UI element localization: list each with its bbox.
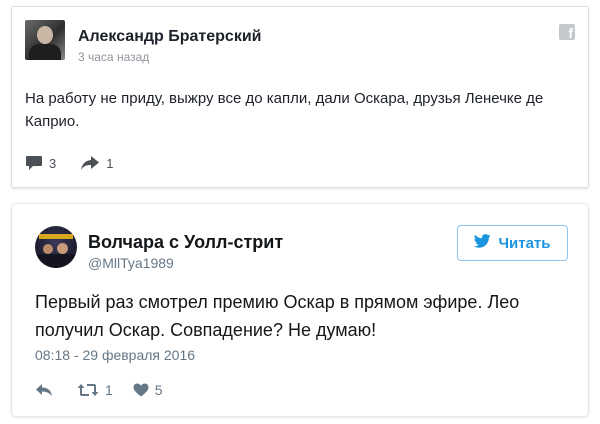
tweet-author-handle[interactable]: @MllTya1989 — [88, 255, 174, 271]
twitter-bird-icon — [474, 234, 492, 252]
tweet-actions: 1 5 — [35, 380, 183, 400]
follow-button-label: Читать — [498, 234, 551, 252]
post-text: На работу не приду, выжру все до капли, … — [25, 90, 544, 130]
comments-button[interactable]: 3 — [25, 155, 56, 171]
retweet-icon — [77, 383, 99, 397]
tweet-card: Волчара с Уолл-стрит @MllTya1989 Читать … — [11, 203, 589, 417]
shares-button[interactable]: 1 — [80, 155, 113, 171]
post-actions: 3 1 — [25, 153, 113, 173]
likes-count: 5 — [154, 382, 163, 398]
tweet-author-name[interactable]: Волчара с Уолл-стрит — [88, 232, 283, 253]
retweet-button[interactable]: 1 — [77, 382, 113, 398]
author-avatar[interactable] — [25, 20, 65, 60]
reply-button[interactable] — [35, 383, 53, 397]
heart-icon — [133, 383, 149, 397]
tweet-author-avatar[interactable] — [35, 226, 77, 268]
follow-button[interactable]: Читать — [457, 225, 568, 261]
retweets-count: 1 — [105, 382, 113, 398]
reply-icon — [35, 383, 53, 397]
like-button[interactable]: 5 — [133, 382, 163, 398]
comments-count: 3 — [49, 155, 57, 171]
tweet-datetime[interactable]: 08:18 - 29 февраля 2016 — [35, 347, 195, 363]
tweet-text: Первый раз смотрел премию Оскар в прямом… — [35, 292, 520, 340]
facebook-logo-icon[interactable]: f — [559, 24, 575, 40]
comment-icon — [25, 155, 43, 171]
share-arrow-icon — [80, 155, 100, 171]
post-author-name[interactable]: Александр Братерский — [78, 28, 262, 46]
post-timestamp[interactable]: 3 часа назад — [78, 50, 149, 64]
facebook-post-card: Александр Братерский 3 часа назад f На р… — [11, 6, 589, 188]
shares-count: 1 — [106, 155, 114, 171]
